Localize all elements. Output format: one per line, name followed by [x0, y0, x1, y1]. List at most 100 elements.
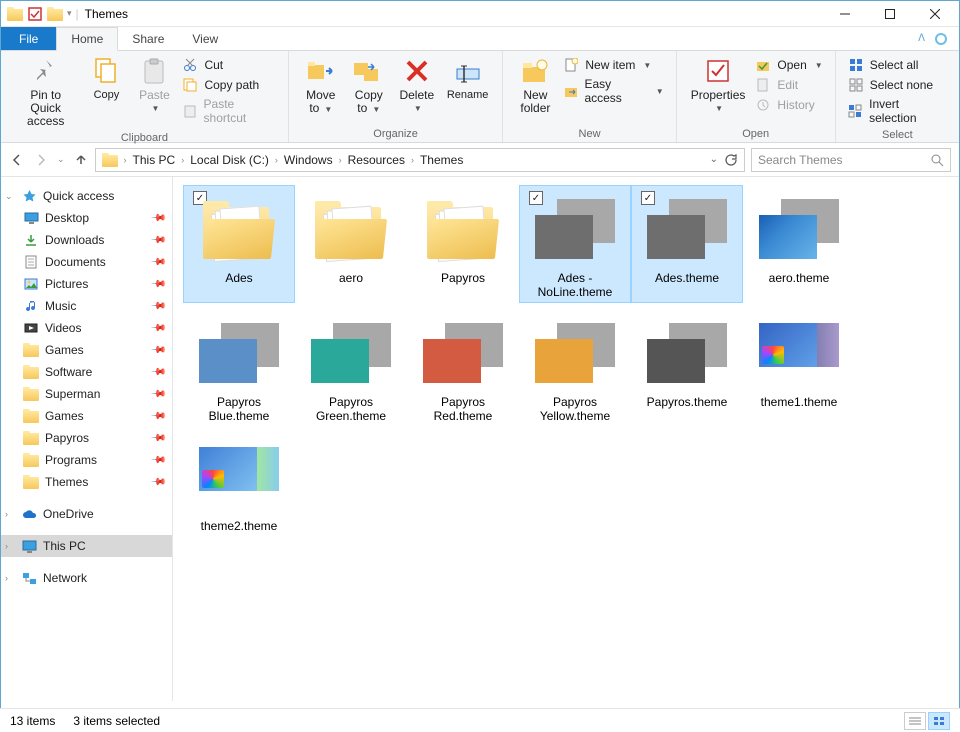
tab-share[interactable]: Share	[118, 27, 178, 50]
search-input[interactable]: Search Themes	[751, 148, 951, 172]
folder-icon	[315, 199, 387, 259]
close-button[interactable]	[912, 2, 957, 26]
sidebar-item-games[interactable]: Games📌	[1, 405, 172, 427]
tab-home[interactable]: Home	[56, 27, 118, 51]
recent-locations-button[interactable]: ⌄	[57, 154, 65, 165]
rename-icon	[452, 55, 484, 87]
address-bar[interactable]: › This PC› Local Disk (C:)› Windows› Res…	[95, 148, 745, 172]
cloud-icon	[21, 506, 37, 522]
new-item-button[interactable]: New item ▼	[559, 55, 667, 75]
theme-icon	[199, 323, 279, 383]
open-button[interactable]: Open ▼	[751, 55, 826, 75]
qat-dropdown-icon[interactable]: ▾	[67, 8, 72, 19]
edit-button[interactable]: Edit	[751, 75, 826, 95]
sidebar-item-superman[interactable]: Superman📌	[1, 383, 172, 405]
back-button[interactable]	[9, 152, 25, 168]
file-name: Papyros Green.theme	[299, 393, 403, 423]
paste-shortcut-button[interactable]: Paste shortcut	[178, 95, 279, 127]
delete-button[interactable]: Delete▼	[393, 53, 441, 117]
file-item[interactable]: Papyros Green.theme	[295, 309, 407, 427]
file-item[interactable]: aero.theme	[743, 185, 855, 303]
history-button[interactable]: History	[751, 95, 826, 115]
details-view-button[interactable]	[904, 712, 926, 730]
paste-button[interactable]: Paste▼	[130, 53, 178, 117]
breadcrumb-windows[interactable]: Windows	[280, 149, 337, 171]
ribbon-group-new: Newfolder New item ▼ Easy access ▼ New	[503, 51, 676, 142]
sidebar-this-pc[interactable]: ›This PC	[1, 535, 172, 557]
sidebar-item-games[interactable]: Games📌	[1, 339, 172, 361]
file-name: aero	[339, 269, 363, 285]
file-name: Papyros	[441, 269, 485, 285]
easy-access-button[interactable]: Easy access ▼	[559, 75, 667, 107]
paste-shortcut-icon	[182, 103, 197, 119]
address-dropdown-icon[interactable]: ⌄	[710, 154, 718, 165]
pin-to-quick-access-button[interactable]: Pin to Quickaccess	[9, 53, 82, 130]
tab-view[interactable]: View	[178, 27, 232, 50]
minimize-button[interactable]	[822, 2, 867, 26]
breadcrumb-themes[interactable]: Themes	[416, 149, 467, 171]
sidebar-item-music[interactable]: Music📌	[1, 295, 172, 317]
new-item-icon	[563, 57, 579, 73]
icons-view-button[interactable]	[928, 712, 950, 730]
folder-icon	[23, 430, 39, 446]
sidebar-item-themes[interactable]: Themes📌	[1, 471, 172, 493]
sidebar-item-videos[interactable]: Videos📌	[1, 317, 172, 339]
copy-to-button[interactable]: Copyto ▼	[345, 53, 393, 118]
file-item[interactable]: Papyros Red.theme	[407, 309, 519, 427]
file-item[interactable]: ✓Ades - NoLine.theme	[519, 185, 631, 303]
forward-button[interactable]	[33, 152, 49, 168]
video-icon	[23, 320, 39, 336]
folder-icon	[23, 408, 39, 424]
copy-path-button[interactable]: Copy path	[178, 75, 279, 95]
file-item[interactable]: Papyros Blue.theme	[183, 309, 295, 427]
invert-selection-button[interactable]: Invert selection	[844, 95, 951, 127]
file-item[interactable]: theme2.theme	[183, 433, 295, 537]
sidebar-item-programs[interactable]: Programs📌	[1, 449, 172, 471]
file-item[interactable]: Papyros	[407, 185, 519, 303]
up-button[interactable]	[73, 152, 89, 168]
breadcrumb-resources[interactable]: Resources	[344, 149, 409, 171]
move-to-button[interactable]: Moveto ▼	[297, 53, 345, 118]
file-item[interactable]: theme1.theme	[743, 309, 855, 427]
folder-icon[interactable]	[47, 7, 63, 21]
sidebar-item-desktop[interactable]: Desktop📌	[1, 207, 172, 229]
ribbon: Pin to Quickaccess Copy Paste▼ Cut Copy …	[1, 51, 959, 143]
copy-button[interactable]: Copy	[82, 53, 130, 103]
theme-icon	[759, 323, 839, 383]
rename-button[interactable]: Rename	[441, 53, 495, 103]
cut-button[interactable]: Cut	[178, 55, 279, 75]
qat-properties-icon[interactable]	[27, 6, 43, 22]
group-label: Organize	[297, 126, 495, 142]
sidebar-quick-access[interactable]: ⌄ Quick access	[1, 185, 172, 207]
sidebar-network[interactable]: ›Network	[1, 567, 172, 589]
breadcrumb-this-pc[interactable]: This PC	[129, 149, 180, 171]
file-list[interactable]: ✓Ades aero Papyros ✓Ades - NoLine.theme✓Ade…	[173, 177, 959, 701]
refresh-button[interactable]	[724, 153, 738, 167]
theme-icon	[535, 323, 615, 383]
sidebar-item-pictures[interactable]: Pictures📌	[1, 273, 172, 295]
maximize-button[interactable]	[867, 2, 912, 26]
help-icon[interactable]	[935, 33, 947, 45]
file-item[interactable]: ✓Ades	[183, 185, 295, 303]
tab-file[interactable]: File	[1, 27, 56, 50]
sidebar-item-software[interactable]: Software📌	[1, 361, 172, 383]
file-item[interactable]: Papyros.theme	[631, 309, 743, 427]
file-item[interactable]: Papyros Yellow.theme	[519, 309, 631, 427]
sidebar-item-downloads[interactable]: Downloads📌	[1, 229, 172, 251]
pin-icon: 📌	[149, 298, 166, 315]
breadcrumb-local-disk[interactable]: Local Disk (C:)	[186, 149, 273, 171]
file-item[interactable]: aero	[295, 185, 407, 303]
properties-button[interactable]: Properties▼	[685, 53, 752, 117]
sidebar-onedrive[interactable]: ›OneDrive	[1, 503, 172, 525]
group-label: Open	[685, 126, 827, 142]
file-name: Papyros Red.theme	[411, 393, 515, 423]
pin-icon: 📌	[149, 210, 166, 227]
select-all-button[interactable]: Select all	[844, 55, 951, 75]
sidebar-item-documents[interactable]: Documents📌	[1, 251, 172, 273]
scissors-icon	[182, 57, 198, 73]
new-folder-button[interactable]: Newfolder	[511, 53, 559, 117]
select-none-button[interactable]: Select none	[844, 75, 951, 95]
sidebar-item-papyros[interactable]: Papyros📌	[1, 427, 172, 449]
collapse-ribbon-icon[interactable]: ᐱ	[918, 33, 925, 44]
file-item[interactable]: ✓Ades.theme	[631, 185, 743, 303]
